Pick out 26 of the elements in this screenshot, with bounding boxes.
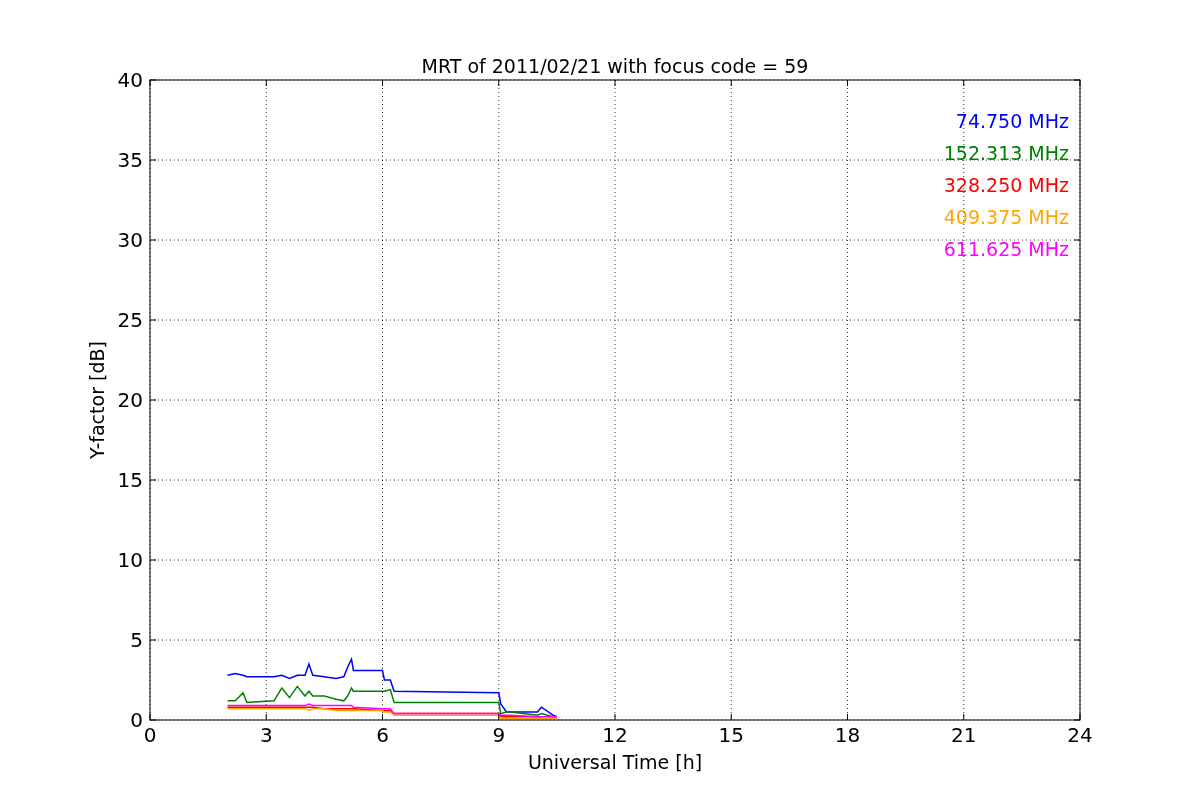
x-axis-label: Universal Time [h] <box>527 751 703 773</box>
y-tick-label: 15 <box>117 468 143 492</box>
x-tick-label: 12 <box>602 723 628 747</box>
chart-title: MRT of 2011/02/21 with focus code = 59 <box>421 55 809 77</box>
x-tick-label: 24 <box>1067 723 1093 747</box>
y-tick-label: 20 <box>117 388 143 412</box>
y-tick-label: 35 <box>117 148 143 172</box>
y-tick-label: 25 <box>117 308 143 332</box>
legend-label: 152.313 MHz <box>943 142 1069 164</box>
x-tick-label: 6 <box>376 723 389 747</box>
x-tick-label: 3 <box>259 723 273 747</box>
y-axis-label: Y-factor [dB] <box>86 341 108 459</box>
y-tick-label: 5 <box>130 628 143 652</box>
x-tick-label: 21 <box>951 723 977 747</box>
x-tick-label: 15 <box>718 723 744 747</box>
y-tick-label: 30 <box>117 228 143 252</box>
legend-label: 328.250 MHz <box>943 174 1069 196</box>
legend-label: 409.375 MHz <box>943 206 1069 228</box>
y-tick-label: 0 <box>130 708 143 732</box>
x-tick-label: 18 <box>834 723 861 747</box>
y-tick-label: 40 <box>117 68 143 92</box>
legend-label: 611.625 MHz <box>943 238 1069 260</box>
legend-label: 74.750 MHz <box>955 110 1069 132</box>
x-tick-label: 9 <box>492 723 506 747</box>
x-tick-label: 0 <box>143 723 157 747</box>
y-tick-label: 10 <box>117 548 143 572</box>
